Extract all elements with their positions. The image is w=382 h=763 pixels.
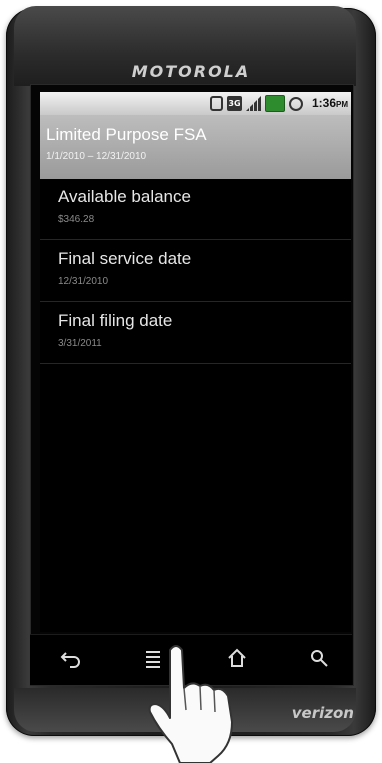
back-icon[interactable] xyxy=(58,647,84,673)
account-period: 1/1/2010 – 12/31/2010 xyxy=(46,151,147,162)
device-brand: MOTOROLA xyxy=(131,62,251,81)
detail-label: Final service date xyxy=(58,249,192,268)
detail-value: $346.28 xyxy=(58,214,95,225)
status-time: 1:36PM xyxy=(312,96,348,110)
search-icon[interactable] xyxy=(306,647,332,673)
detail-value: 3/31/2011 xyxy=(58,338,102,349)
screen: 3G 1:36PM Limited Purpose FSA 1/1/2010 –… xyxy=(40,92,351,632)
detail-row-final-filing-date[interactable]: Final filing date 3/31/2011 xyxy=(40,303,351,364)
signal-icon xyxy=(246,96,261,111)
detail-row-final-service-date[interactable]: Final service date 12/31/2010 xyxy=(40,241,351,302)
detail-row-available-balance[interactable]: Available balance $346.28 xyxy=(40,179,351,240)
status-bar: 3G 1:36PM xyxy=(40,92,351,115)
account-title: Limited Purpose FSA xyxy=(46,125,207,144)
detail-label: Available balance xyxy=(58,187,191,206)
vibrate-icon xyxy=(210,96,223,111)
detail-label: Final filing date xyxy=(58,311,173,330)
time-value: 1:36 xyxy=(311,96,336,110)
alarm-icon xyxy=(289,96,303,111)
detail-value: 12/31/2010 xyxy=(58,276,109,287)
time-ampm: PM xyxy=(336,100,348,109)
status-icons: 3G xyxy=(210,95,303,112)
battery-icon xyxy=(265,95,285,112)
hand-pointer-icon xyxy=(148,645,233,763)
carrier-logo: verizon xyxy=(291,704,354,722)
network-3g-icon: 3G xyxy=(227,96,242,111)
account-header[interactable]: Limited Purpose FSA 1/1/2010 – 12/31/201… xyxy=(40,115,351,179)
